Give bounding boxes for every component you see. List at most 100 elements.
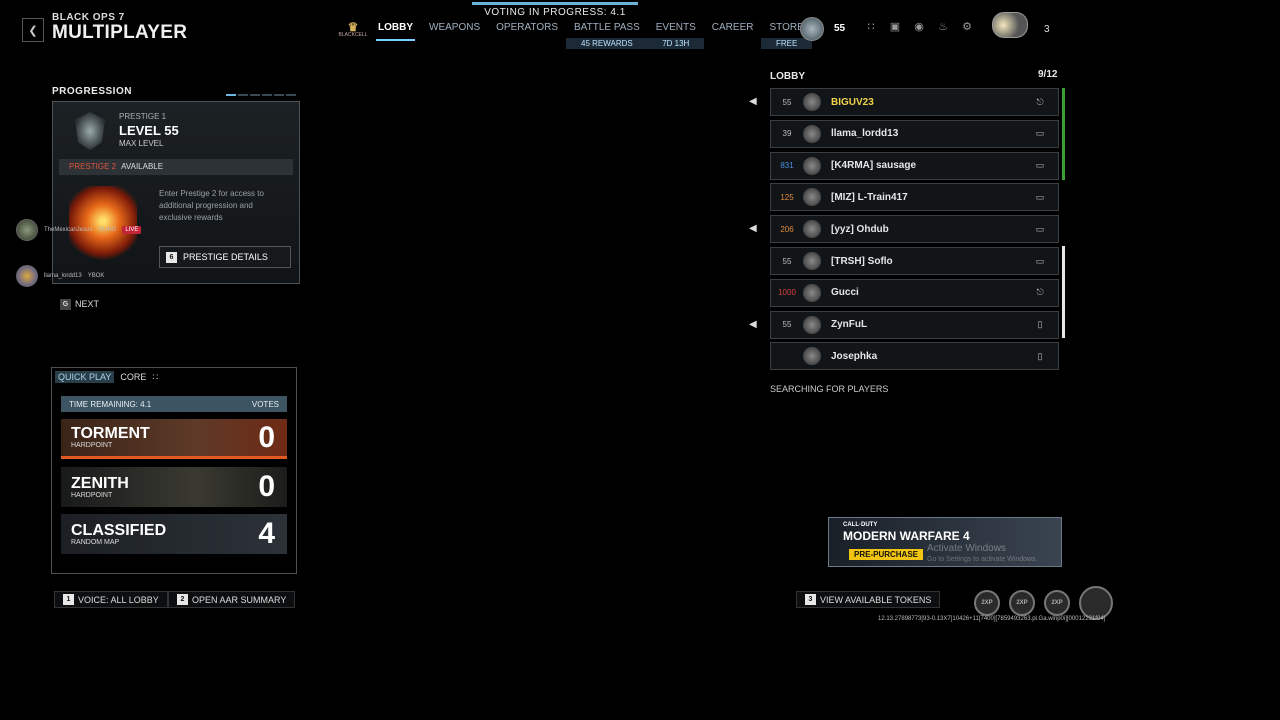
bell-icon[interactable]: ♨ [936,20,950,34]
vote-count: 0 [258,420,275,454]
tab-operators[interactable]: OPERATORS [488,18,566,37]
tab-core[interactable]: CORE [120,372,146,382]
key-hint: G [60,298,71,310]
player-name: Gucci [831,287,859,299]
party-member[interactable]: TheMexicanJesus GUNG LIVE [16,219,142,241]
prestige-description: Enter Prestige 2 for access to additiona… [159,189,264,222]
pc-icon: ▭ [1035,255,1045,266]
modern-warfare-ad-banner[interactable]: CALL·DUTY MODERN WARFARE 4 PRE-PURCHASE … [828,517,1062,567]
chevron-left-icon: ❮ [28,24,38,37]
back-button[interactable]: ❮ [22,18,44,42]
xp-token-icon[interactable]: 2XP [1009,590,1035,616]
tab-career[interactable]: CAREER [704,18,762,37]
voting-banner: VOTING IN PROGRESS: 4.1 [484,7,626,18]
speaker-icon: ◀ [749,318,757,330]
xp-token-icon[interactable]: 2XP [1044,590,1070,616]
lobby-title: LOBBY [770,71,805,82]
player-emblem-icon [803,315,821,334]
xp-token-icon[interactable]: 2XP [974,590,1000,616]
weapon-token-icon[interactable] [1079,586,1113,620]
player-name: [TRSH] Soflo [831,255,893,267]
lobby-player-row[interactable]: 55 BIGUV23 ⎋ [770,88,1059,116]
battle-pass-rewards-badge: 45 REWARDS [566,38,648,49]
prestige-available-bar: PRESTIGE 2 AVAILABLE [59,159,293,175]
controller-icon[interactable]: ▣ [888,20,902,34]
progression-pager[interactable] [226,94,296,96]
quickplay-vote-card: QUICK PLAY CORE ∷ TIME REMAINING: 4.1 VO… [51,367,297,574]
events-timer-badge: 7D 13H [647,38,704,49]
tab-weapons[interactable]: WEAPONS [421,18,488,37]
map-vote-zenith[interactable]: ZENITH HARDPOINT 0 [61,467,287,507]
searching-status: SEARCHING FOR PLAYERS [770,384,889,394]
party-indicator-bar [1062,88,1065,180]
key-hint: 2 [177,594,188,605]
camera-icon[interactable]: ◉ [912,20,926,34]
prestige-1-emblem-icon [75,112,105,150]
player-level: 55 [782,97,792,107]
lobby-player-row[interactable]: 125 [MIZ] L-Train417 ▭ [770,183,1059,212]
player-level: 55 [834,23,846,34]
lobby-player-row[interactable]: 831 [K4RMA] sausage ▭ [770,151,1059,180]
player-emblem-icon [803,124,821,143]
xp-tokens: 2XP 2XP 2XP [974,586,1113,620]
top-icons: ∷ ▣ ◉ ♨ ⚙ [864,20,974,34]
player-level: 55 [782,320,792,330]
avatar [16,219,38,241]
lobby-player-row[interactable]: 55 ZynFuL ▯ [770,310,1059,339]
next-button[interactable]: G NEXT [60,297,99,311]
pc-icon: ▭ [1035,223,1045,234]
player-level: 39 [782,129,792,139]
voice-button[interactable]: 1 VOICE: ALL LOBBY [54,591,168,608]
max-level-label: MAX LEVEL [119,139,164,148]
ad-title: MODERN WARFARE 4 [843,529,970,543]
pc-icon: ▭ [1035,191,1045,202]
player-level: 206 [780,224,794,234]
windows-watermark-sub: Go to Settings to activate Windows. [927,556,1038,563]
pc-icon: ▭ [1035,160,1045,171]
player-emblem-icon [803,347,821,366]
playlist-tabs: QUICK PLAY CORE ∷ [55,371,158,383]
player-name: Josephka [831,350,878,362]
lobby-player-row[interactable]: 55 [TRSH] Soflo ▭ [770,247,1059,275]
pc-icon: ▭ [1035,128,1045,139]
player-emblem-icon [803,156,821,175]
tab-lobby[interactable]: LOBBY [370,18,421,41]
key-hint: 6 [166,251,177,263]
blackcell-logo-icon[interactable]: ♛ BLACKCELL [336,18,370,42]
live-badge: LIVE [122,226,142,234]
build-string: 12.13.27898773[93-0.13X7]10426+11[7400][… [878,616,1106,622]
map-vote-torment[interactable]: TORMENT HARDPOINT 0 [61,419,287,459]
key-hint: 1 [63,594,74,605]
grid-icon[interactable]: ∷ [864,20,878,34]
lobby-player-row[interactable]: Josephka ▯ [770,342,1059,371]
friends-avatars[interactable] [992,12,1028,38]
player-emblem-icon[interactable] [800,17,824,41]
scrollbar[interactable] [1062,246,1065,338]
main-nav: ♛ BLACKCELL LOBBY WEAPONS OPERATORS BATTL… [336,18,812,49]
party-member[interactable]: llama_lordd13 YBOK [16,265,104,287]
key-hint: 3 [805,594,816,605]
progression-card[interactable]: PRESTIGE 1 LEVEL 55 MAX LEVEL PRESTIGE 2… [52,101,300,284]
player-name: [K4RMA] sausage [831,160,917,172]
xbox-icon: ⎋ [1036,96,1044,107]
speaker-icon: ◀ [749,223,757,235]
lobby-count: 9/12 [1038,69,1058,80]
gear-icon[interactable]: ⚙ [960,20,974,34]
lobby-player-row[interactable]: 1000 Gucci ⎋ [770,278,1059,307]
view-available-tokens-button[interactable]: 3 VIEW AVAILABLE TOKENS [796,591,941,608]
player-level: 1000 [778,288,796,298]
player-emblem-icon [803,188,821,207]
tab-battle-pass[interactable]: BATTLE PASS 45 REWARDS [566,18,648,49]
tab-quick-play[interactable]: QUICK PLAY [55,371,115,383]
lobby-player-row[interactable]: 206 [yyz] Ohdub ▭ [770,215,1059,244]
player-emblem-icon [803,283,821,302]
menu-dots-icon[interactable]: ∷ [152,372,158,383]
windows-watermark: Activate Windows [927,543,1006,554]
open-aar-summary-button[interactable]: 2 OPEN AAR SUMMARY [168,591,296,608]
prestige-details-button[interactable]: 6 PRESTIGE DETAILS [159,246,291,268]
lobby-player-row[interactable]: 39 llama_lordd13 ▭ [770,119,1059,148]
xbox-icon: ⎋ [1036,287,1044,298]
map-vote-classified[interactable]: CLASSIFIED RANDOM MAP 4 [61,514,287,554]
pre-purchase-button[interactable]: PRE-PURCHASE [849,549,924,560]
tab-events[interactable]: EVENTS 7D 13H [647,18,704,49]
